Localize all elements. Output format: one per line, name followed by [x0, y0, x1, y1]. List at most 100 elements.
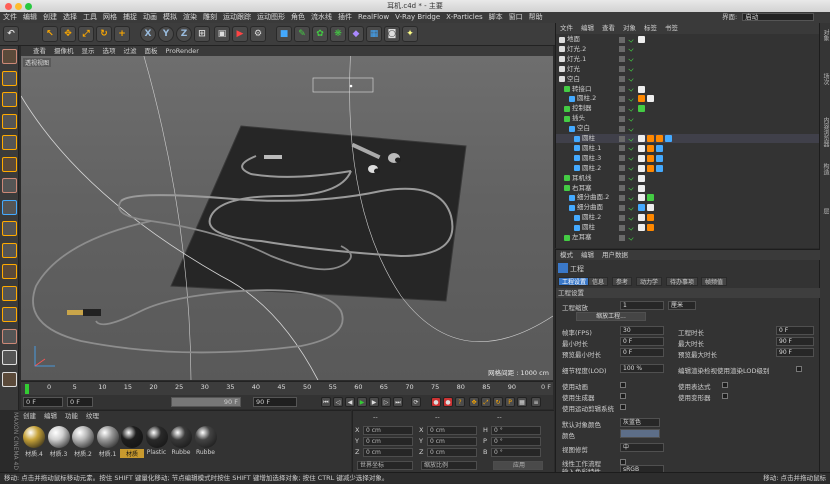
render-view-button[interactable]: ▣: [214, 26, 230, 42]
object-tag-icon[interactable]: [638, 85, 645, 93]
object-menu-item[interactable]: 标签: [640, 23, 661, 34]
visibility-dot[interactable]: [619, 165, 625, 172]
material-swatch[interactable]: 材质.4: [22, 426, 46, 464]
object-tag-icon[interactable]: [638, 214, 645, 222]
object-row[interactable]: 圆柱.2: [556, 164, 820, 173]
menu-item[interactable]: 工具: [80, 12, 100, 23]
object-tag-icon[interactable]: [656, 164, 663, 172]
workplane-lock-icon[interactable]: [2, 285, 17, 301]
enabled-check[interactable]: [628, 205, 634, 211]
object-tag-icon[interactable]: [638, 204, 645, 212]
side-tab[interactable]: 层: [821, 208, 830, 214]
coord-value-field[interactable]: 0 °: [491, 448, 541, 457]
object-menu-item[interactable]: 对象: [619, 23, 640, 34]
enabled-check[interactable]: [628, 225, 634, 231]
viewport-menu-item[interactable]: 查看: [29, 46, 50, 56]
side-tab[interactable]: 构造: [821, 163, 830, 175]
x-axis-lock-button[interactable]: X: [140, 26, 156, 42]
menu-item[interactable]: 脚本: [486, 12, 506, 23]
material-swatch[interactable]: Rubbe: [194, 426, 218, 464]
material-swatch[interactable]: 材质.3: [47, 426, 71, 464]
scale-tool-button[interactable]: ⤢: [78, 26, 94, 42]
soft-selection-icon[interactable]: [2, 307, 17, 322]
object-row[interactable]: 圆柱.2: [556, 213, 820, 222]
object-menu-item[interactable]: 书签: [661, 23, 682, 34]
y-axis-lock-button[interactable]: Y: [158, 26, 174, 42]
visibility-dot[interactable]: [619, 204, 625, 211]
timeline-menu-icon[interactable]: ≡: [531, 397, 541, 407]
attribute-tab[interactable]: 信息: [588, 277, 609, 286]
solo-icon[interactable]: [2, 350, 17, 365]
object-row[interactable]: 圆柱.2: [556, 94, 820, 103]
visibility-dot[interactable]: [619, 214, 625, 221]
object-tag-icon[interactable]: [647, 164, 654, 172]
visibility-dot[interactable]: [619, 95, 625, 102]
menu-item[interactable]: 帮助: [526, 12, 546, 23]
visibility-dot[interactable]: [619, 36, 625, 43]
menu-item[interactable]: 窗口: [506, 12, 526, 23]
object-tag-icon[interactable]: [647, 204, 654, 212]
object-row[interactable]: 插头: [556, 114, 820, 123]
menu-item[interactable]: 捕捉: [120, 12, 140, 23]
cube-primitive-icon[interactable]: ■: [276, 26, 292, 42]
enabled-check[interactable]: [628, 86, 634, 92]
locked-workplane-icon[interactable]: [2, 328, 17, 344]
object-row[interactable]: 耳机线: [556, 174, 820, 183]
object-tag-icon[interactable]: [638, 144, 645, 152]
visibility-dot[interactable]: [619, 86, 625, 92]
enabled-check[interactable]: [628, 106, 634, 112]
enabled-check[interactable]: [628, 116, 634, 122]
viewport-menu-item[interactable]: 选项: [99, 46, 120, 56]
visibility-dot[interactable]: [619, 145, 625, 152]
object-row[interactable]: 圆柱.1: [556, 144, 820, 153]
coord-apply-button[interactable]: 应用: [493, 461, 543, 470]
object-row[interactable]: 圆柱: [556, 134, 820, 144]
object-tag-icon[interactable]: [647, 135, 654, 142]
coord-value-field[interactable]: 0 °: [491, 426, 541, 435]
object-row[interactable]: 左耳塞: [556, 233, 820, 242]
default-color-dropdown[interactable]: 灰蓝色: [620, 418, 660, 427]
viewport-menu-item[interactable]: 过滤: [120, 46, 141, 56]
attribute-tab[interactable]: 帧频值: [701, 277, 728, 286]
keyframe-selection-icon[interactable]: ?: [455, 397, 465, 407]
object-tag-icon[interactable]: [638, 105, 645, 113]
material-menu-item[interactable]: 纹理: [82, 411, 103, 421]
menu-item[interactable]: 插件: [335, 12, 355, 23]
object-tag-icon[interactable]: [647, 224, 654, 232]
viewport-menu-item[interactable]: 显示: [78, 46, 99, 56]
object-tag-icon[interactable]: [656, 144, 663, 152]
side-tab[interactable]: 对象: [821, 29, 830, 41]
visibility-dot[interactable]: [619, 155, 625, 162]
menu-item[interactable]: 角色: [288, 12, 308, 23]
use-generators-checkbox[interactable]: [620, 393, 626, 399]
object-tag-icon[interactable]: [647, 154, 654, 162]
enabled-check[interactable]: [628, 215, 634, 221]
side-tab[interactable]: 内容浏览器: [821, 117, 830, 147]
menu-item[interactable]: 模拟: [160, 12, 180, 23]
attribute-tab[interactable]: 待办事项: [666, 277, 699, 286]
visibility-dot[interactable]: [619, 105, 625, 112]
enabled-check[interactable]: [628, 96, 634, 102]
z-axis-lock-button[interactable]: Z: [176, 26, 192, 42]
play-button[interactable]: ▶: [357, 397, 367, 407]
recent-tools-button[interactable]: +: [114, 26, 130, 42]
min-time-field[interactable]: 0 F: [620, 337, 664, 346]
object-tag-icon[interactable]: [638, 184, 645, 192]
scale-unit-dropdown[interactable]: 厘米: [668, 301, 696, 310]
menu-item[interactable]: 运动跟踪: [220, 12, 254, 23]
use-expressions-checkbox[interactable]: [722, 382, 728, 388]
color-swatch[interactable]: [620, 429, 660, 438]
object-tag-icon[interactable]: [638, 154, 645, 162]
object-row[interactable]: 地面: [556, 35, 820, 44]
coord-mode-dropdown[interactable]: 世界坐标: [357, 461, 413, 470]
lod-field[interactable]: 100 %: [620, 364, 664, 373]
attribute-tab[interactable]: 参考: [612, 277, 633, 286]
enabled-check[interactable]: [628, 155, 634, 161]
live-select-button[interactable]: ↖: [42, 26, 58, 42]
enable-axis-icon[interactable]: [2, 221, 17, 236]
view-clipping-dropdown[interactable]: 中: [620, 443, 664, 452]
object-tag-icon[interactable]: [638, 224, 645, 232]
material-menu-item[interactable]: 功能: [61, 411, 82, 421]
max-time-field[interactable]: 90 F: [776, 337, 814, 346]
object-row[interactable]: 空白: [556, 124, 820, 133]
